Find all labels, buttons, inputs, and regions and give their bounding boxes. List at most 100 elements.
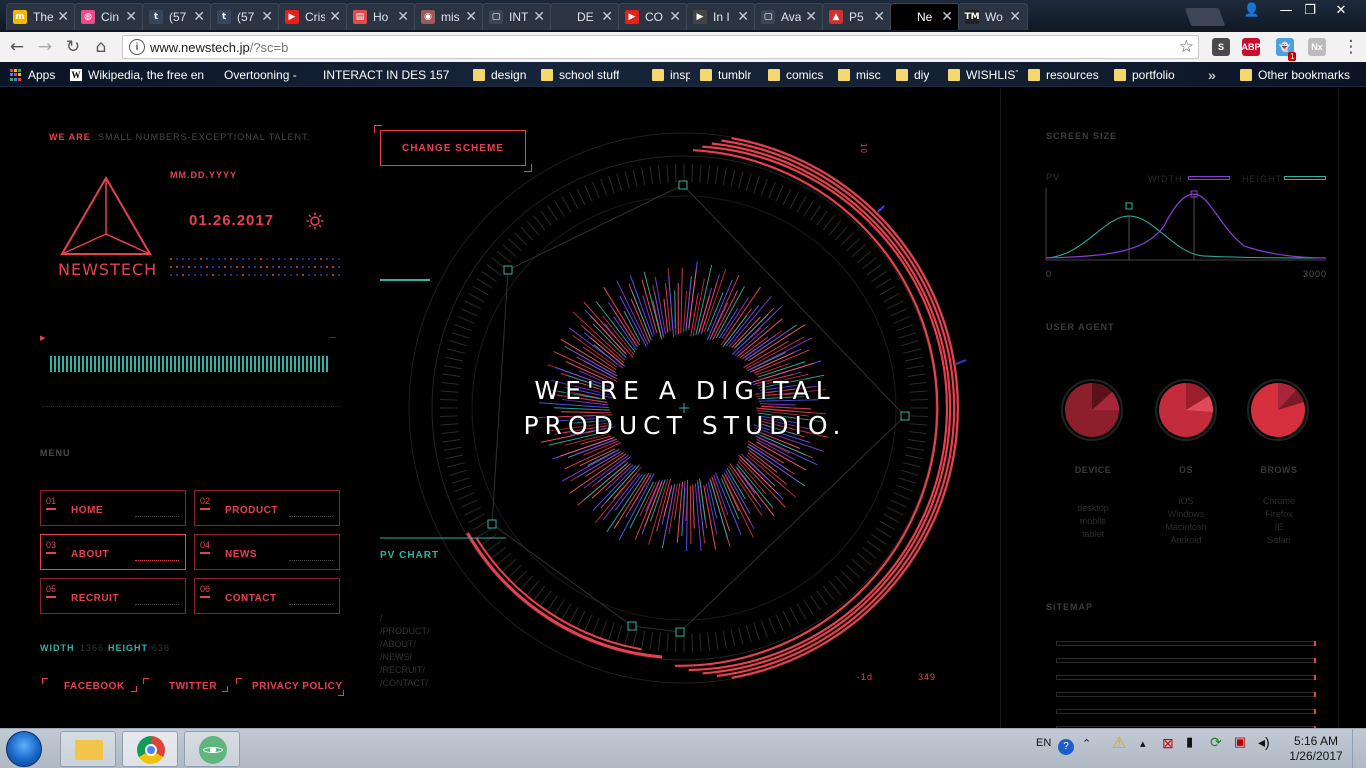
browser-tab[interactable]: ▢ Ava ✕	[754, 3, 824, 30]
other-bookmarks[interactable]: Other bookmarks	[1240, 67, 1350, 83]
bookmark-item[interactable]: W Wikipedia, the free en	[70, 67, 204, 83]
bookmark-item[interactable]: tumblr	[700, 67, 751, 83]
sitemap-path[interactable]: /ABOUT/	[380, 638, 430, 651]
browser-tab[interactable]: ◍ Cin ✕	[74, 3, 144, 30]
sitemap-path[interactable]: /PRODUCT/	[380, 625, 430, 638]
address-bar[interactable]: i www.newstech.jp/?sc=b ☆	[122, 35, 1199, 59]
close-tab-icon[interactable]: ✕	[737, 9, 749, 25]
new-tab-button[interactable]	[1184, 8, 1226, 26]
sync-icon[interactable]: ⟳	[1210, 734, 1222, 751]
screen-size-chart	[1045, 188, 1327, 261]
close-tab-icon[interactable]: ✕	[669, 9, 681, 25]
change-scheme-button[interactable]: CHANGE SCHEME	[380, 130, 526, 166]
extension-icon[interactable]: Nx	[1308, 38, 1326, 56]
screen: m The ✕ ◍ Cin ✕ t (57 ✕ t (57 ✕ ▶ Cris ✕ ▤ Ho ✕ ◉ mis ✕ ▢ INT ✕…	[0, 0, 1366, 768]
close-tab-icon[interactable]: ✕	[193, 9, 205, 25]
folder-icon	[652, 69, 664, 81]
menu-home-button[interactable]: 01 HOME	[40, 490, 186, 526]
tick-mark	[903, 462, 921, 468]
browser-tab[interactable]: ▲ P5 ✕	[822, 3, 892, 30]
menu-contact-button[interactable]: 06 CONTACT	[194, 578, 340, 614]
bookmark-item[interactable]: design	[473, 67, 526, 83]
sitemap-path[interactable]: /	[380, 612, 430, 625]
bookmarks-overflow-button[interactable]: »	[1208, 67, 1216, 83]
close-tab-icon[interactable]: ✕	[261, 9, 273, 25]
facebook-link[interactable]: FACEBOOK	[64, 681, 125, 692]
sitemap-path[interactable]: /NEWS/	[380, 651, 430, 664]
bookmark-item[interactable]: portfolio	[1114, 67, 1175, 83]
tray-app-icon[interactable]: ▣	[1234, 734, 1246, 750]
show-desktop-button[interactable]	[1352, 729, 1366, 768]
browser-tab[interactable]: m The ✕	[6, 3, 76, 30]
atom-taskbar-button[interactable]	[184, 731, 240, 767]
privacy-policy-link[interactable]: PRIVACY POLICY	[252, 681, 343, 692]
bookmark-item[interactable]: Overtooning -	[224, 67, 297, 83]
volume-icon[interactable]: ◂)	[1258, 734, 1270, 751]
menu-recruit-button[interactable]: 05 RECRUIT	[40, 578, 186, 614]
help-icon[interactable]: ?	[1058, 739, 1074, 755]
close-tab-icon[interactable]: ✕	[1009, 9, 1021, 25]
bookmark-item[interactable]: WISHLIST	[948, 67, 1018, 83]
close-tab-icon[interactable]: ✕	[57, 9, 69, 25]
file-explorer-taskbar-button[interactable]	[60, 731, 116, 767]
bookmark-item[interactable]: misc	[838, 67, 881, 83]
menu-news-button[interactable]: 04 NEWS	[194, 534, 340, 570]
start-button[interactable]	[6, 731, 42, 767]
bookmark-item[interactable]: comics	[768, 67, 823, 83]
close-tab-icon[interactable]: ✕	[125, 9, 137, 25]
extension-icon[interactable]: ABP	[1242, 38, 1261, 56]
browser-tab[interactable]: ▢ INT ✕	[482, 3, 552, 30]
extension-icon[interactable]: S	[1212, 38, 1230, 56]
menu-product-button[interactable]: 02 PRODUCT	[194, 490, 340, 526]
bookmark-item[interactable]: Apps	[10, 67, 55, 83]
warning-icon[interactable]: ⚠	[1112, 733, 1126, 753]
tick-mark	[576, 610, 586, 628]
close-tab-icon[interactable]: ✕	[805, 9, 817, 25]
browser-tab[interactable]: ◉ mis ✕	[414, 3, 484, 30]
maximize-button[interactable]: ❐	[1294, 0, 1326, 20]
bookmark-item[interactable]: school stuff	[541, 67, 619, 83]
menu-about-button[interactable]: 03 ABOUT	[40, 534, 186, 570]
site-info-icon[interactable]: i	[129, 39, 145, 55]
browser-tab[interactable]: t (57 ✕	[142, 3, 212, 30]
system-clock[interactable]: 5:16 AM 1/26/2017	[1288, 734, 1344, 764]
back-button[interactable]: ←	[6, 36, 28, 58]
close-tab-icon[interactable]: ✕	[941, 9, 953, 25]
close-tab-icon[interactable]: ✕	[533, 9, 545, 25]
profile-icon[interactable]: 👤	[1236, 0, 1268, 20]
sitemap-path[interactable]: /RECRUIT/	[380, 664, 430, 677]
browser-tab[interactable]: ▶ CO ✕	[618, 3, 688, 30]
browser-tab[interactable]: DE ✕	[550, 3, 620, 30]
twitter-link[interactable]: TWITTER	[169, 681, 217, 692]
bookmark-item[interactable]: INTERACT IN DES 157	[323, 67, 449, 83]
sun-icon[interactable]	[306, 212, 324, 230]
language-indicator[interactable]: EN	[1036, 737, 1051, 749]
bookmark-star-icon[interactable]: ☆	[1179, 37, 1194, 57]
close-tab-icon[interactable]: ✕	[329, 9, 341, 25]
close-window-button[interactable]: ✕	[1324, 0, 1358, 20]
home-button[interactable]: ⌂	[90, 36, 112, 58]
bookmark-item[interactable]: resources	[1028, 67, 1099, 83]
sitemap-path[interactable]: /CONTACT/	[380, 677, 430, 690]
browser-tab[interactable]: t (57 ✕	[210, 3, 280, 30]
show-hidden-icons-button[interactable]: ⌃	[1082, 737, 1091, 750]
browser-menu-button[interactable]: ⋮	[1340, 36, 1362, 58]
forward-button[interactable]: →	[34, 36, 56, 58]
tray-up-icon[interactable]: ▴	[1140, 737, 1146, 750]
browser-tab[interactable]: ▶ In I ✕	[686, 3, 756, 30]
close-tab-icon[interactable]: ✕	[873, 9, 885, 25]
reload-button[interactable]: ↻	[62, 36, 84, 58]
close-tab-icon[interactable]: ✕	[397, 9, 409, 25]
chrome-taskbar-button[interactable]	[122, 731, 178, 767]
browser-tab[interactable]: TM Wo ✕	[958, 3, 1028, 30]
bookmark-item[interactable]: diy	[896, 67, 929, 83]
network-error-icon[interactable]: ⊠	[1162, 735, 1174, 752]
browser-tab[interactable]: ▶ Cris ✕	[278, 3, 348, 30]
bookmark-item[interactable]: inspo	[652, 67, 690, 83]
signal-icon[interactable]: ▮	[1186, 734, 1193, 750]
close-tab-icon[interactable]: ✕	[465, 9, 477, 25]
close-tab-icon[interactable]: ✕	[601, 9, 613, 25]
browser-tab[interactable]: ▤ Ho ✕	[346, 3, 416, 30]
browser-tab[interactable]: Ne ✕	[890, 3, 960, 30]
menu-dotted-line	[135, 516, 179, 517]
